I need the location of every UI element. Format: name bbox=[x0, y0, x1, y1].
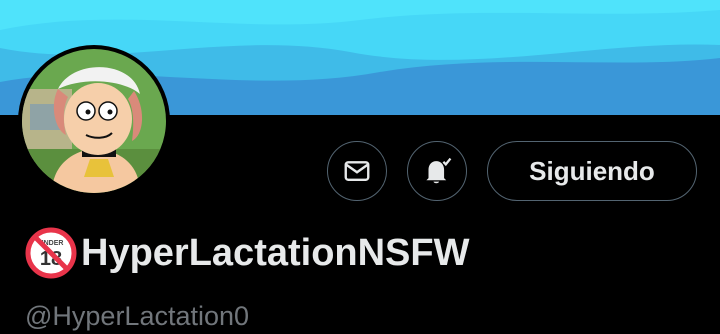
message-button[interactable] bbox=[327, 141, 387, 201]
notifications-button[interactable] bbox=[407, 141, 467, 201]
following-button-label: Siguiendo bbox=[529, 155, 655, 186]
avatar-image bbox=[22, 49, 166, 193]
avatar[interactable] bbox=[18, 45, 170, 197]
bell-check-icon bbox=[426, 157, 452, 184]
display-name-text: HyperLactationNSFW bbox=[81, 232, 470, 274]
following-button[interactable]: Siguiendo bbox=[487, 141, 697, 201]
display-name: UNDER 18 HyperLactationNSFW bbox=[25, 225, 469, 281]
envelope-icon bbox=[344, 161, 370, 181]
under-18-prohibited-icon: UNDER 18 bbox=[25, 227, 77, 279]
username-handle: @HyperLactation0 bbox=[25, 301, 250, 331]
